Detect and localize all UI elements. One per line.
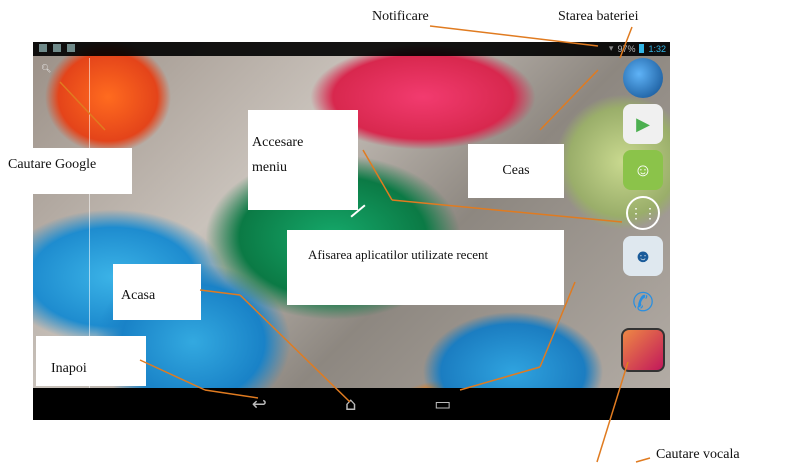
- battery-icon: [639, 44, 645, 53]
- callout-accesare-meniu: Accesare meniu: [248, 110, 358, 210]
- app-dock: ▶ ☺ ⋮⋮ ☻ ✆: [620, 58, 666, 388]
- label-aplicatii-recente: Afisarea aplicatilor utilizate recent: [308, 247, 489, 262]
- label-ceas: Ceas: [502, 163, 530, 178]
- label-cautare-google: Cautare Google: [8, 157, 97, 172]
- clock-time: 1:32: [648, 43, 666, 54]
- phone-icon[interactable]: ✆: [623, 282, 663, 322]
- play-store-icon[interactable]: ▶: [623, 104, 663, 144]
- battery-percent: 97%: [617, 43, 636, 54]
- talk-icon[interactable]: ☺: [623, 150, 663, 190]
- search-icon: 🔍︎: [41, 64, 52, 73]
- callout-acasa: Acasa: [113, 264, 201, 320]
- status-indicators: ▾ 97% 1:32: [609, 43, 666, 54]
- contacts-icon[interactable]: ☻: [623, 236, 663, 276]
- notification-icon: [53, 44, 61, 52]
- notification-icon: [39, 44, 47, 52]
- callout-inapoi: Inapoi: [36, 336, 146, 386]
- label-inapoi: Inapoi: [51, 361, 87, 376]
- browser-icon[interactable]: [623, 58, 663, 98]
- callout-aplicatii-recente: Afisarea aplicatilor utilizate recent: [287, 230, 564, 305]
- apps-icon[interactable]: ⋮⋮: [626, 196, 660, 230]
- gallery-icon[interactable]: [621, 328, 665, 372]
- navigation-bar: ↩ ⌂ ▭: [33, 388, 670, 420]
- label-acasa: Acasa: [121, 288, 156, 303]
- recent-apps-button[interactable]: ▭: [434, 394, 451, 415]
- back-button[interactable]: ↩: [252, 394, 267, 415]
- google-search-bar[interactable]: 🔍︎: [41, 64, 51, 73]
- callout-ceas: Ceas: [468, 144, 564, 198]
- callout-cautare-google: Cautare Google: [4, 148, 132, 194]
- wifi-icon: ▾: [608, 43, 614, 53]
- status-bar: ▾ 97% 1:32: [33, 42, 670, 56]
- label-starea-bateriei: Starea bateriei: [558, 9, 639, 24]
- label-notificare: Notificare: [372, 9, 429, 24]
- home-button[interactable]: ⌂: [345, 394, 356, 415]
- notification-icon: [67, 44, 75, 52]
- notification-icons[interactable]: [39, 44, 75, 52]
- line-cautare-vocala-end: [635, 457, 651, 463]
- label-accesare-meniu: Accesare meniu: [252, 135, 304, 175]
- label-cautare-vocala: Cautare vocala: [656, 447, 740, 462]
